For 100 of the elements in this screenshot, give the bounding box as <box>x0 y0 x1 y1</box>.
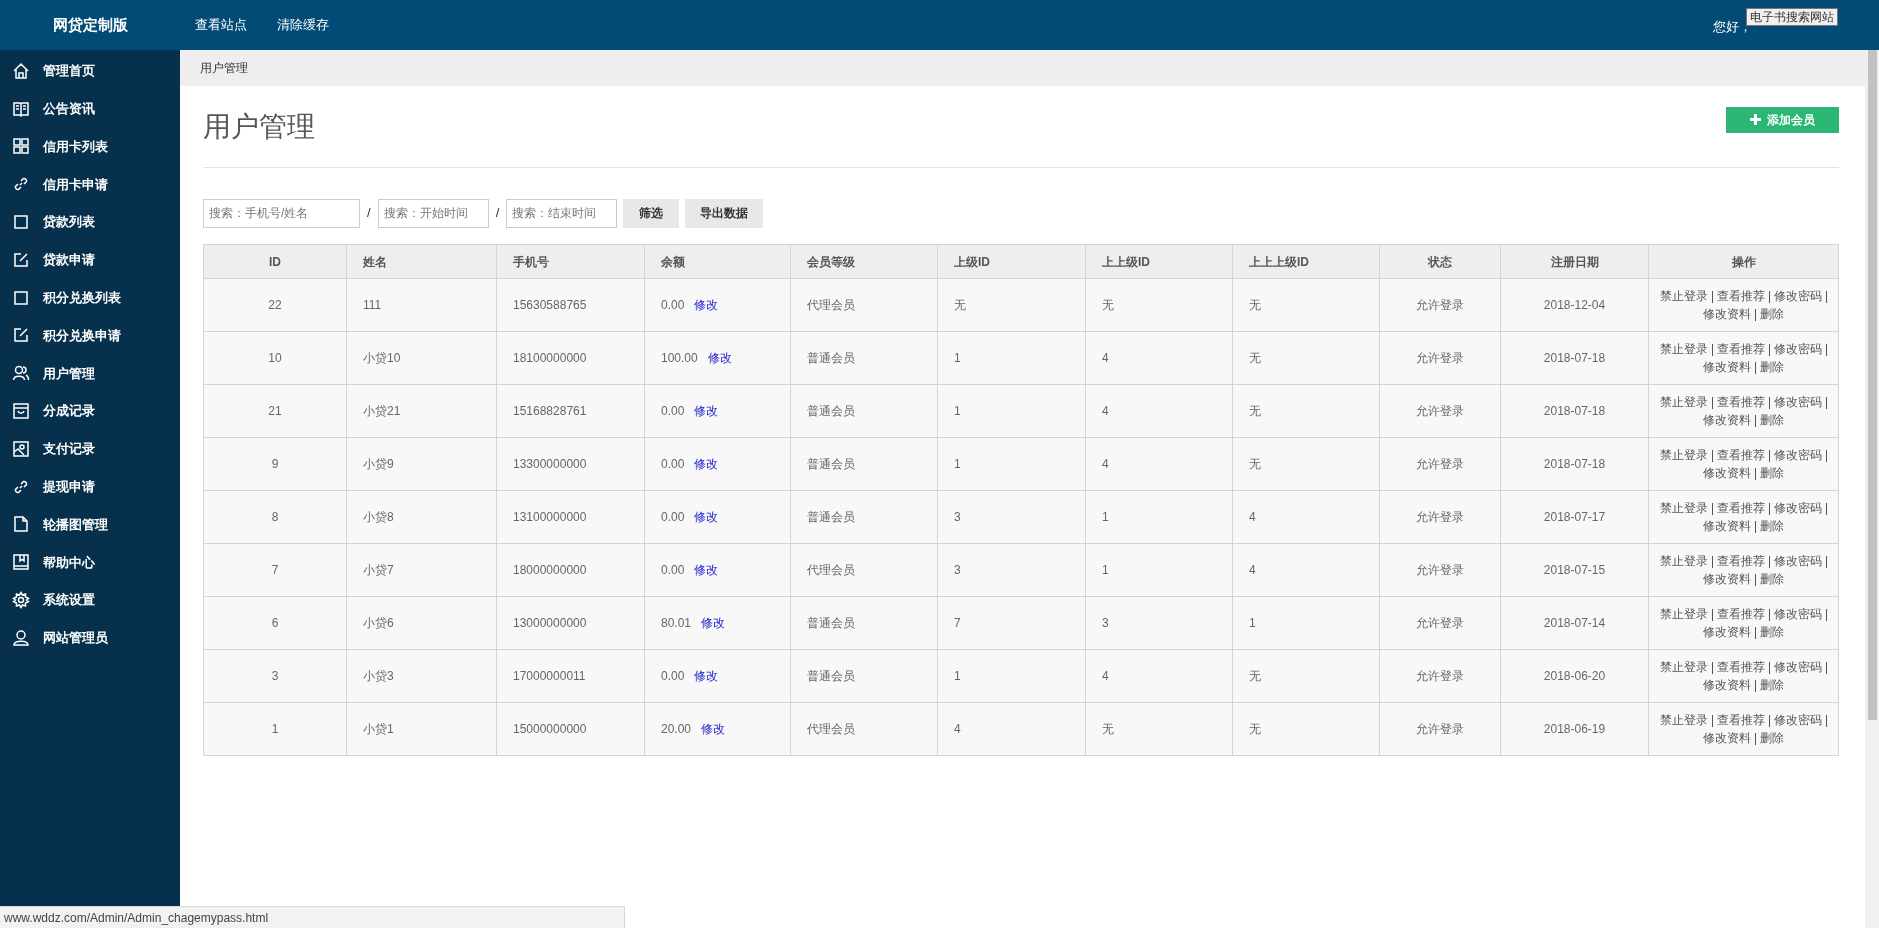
action-link[interactable]: 修改资料 <box>1703 519 1751 533</box>
sidebar-item[interactable]: 公告资讯 <box>0 89 180 128</box>
table-cell: 无 <box>1232 278 1380 332</box>
table-cell: 15000000000 <box>496 702 645 756</box>
table-cell: 15630588765 <box>496 278 645 332</box>
action-link[interactable]: 修改密码 <box>1774 713 1822 727</box>
sidebar-item[interactable]: 贷款申请 <box>0 241 180 279</box>
edit-link[interactable]: 修改 <box>701 616 726 630</box>
edit-link[interactable]: 修改 <box>694 404 719 418</box>
sidebar-item[interactable]: 提现申请 <box>0 467 180 506</box>
action-link[interactable]: 修改资料 <box>1703 360 1751 374</box>
action-link[interactable]: 修改资料 <box>1703 466 1751 480</box>
nav-link[interactable]: 查看站点 <box>195 15 247 35</box>
action-link[interactable]: 修改资料 <box>1703 731 1751 745</box>
action-link[interactable]: 删除 <box>1760 625 1784 639</box>
action-link[interactable]: 查看推荐 <box>1717 713 1765 727</box>
action-link[interactable]: 删除 <box>1760 519 1784 533</box>
edit-link[interactable]: 修改 <box>694 298 719 312</box>
table-cell: 允许登录 <box>1379 384 1501 438</box>
table-cell: 0.00 <box>661 510 685 524</box>
action-link[interactable]: 删除 <box>1760 572 1784 586</box>
table-cell: 无 <box>937 278 1086 332</box>
table-cell: 3 <box>937 490 1086 544</box>
edit-link[interactable]: 修改 <box>694 563 719 577</box>
search-field[interactable]: 搜索：开始时间 <box>377 198 489 228</box>
action-link[interactable]: 查看推荐 <box>1717 554 1765 568</box>
action-link[interactable]: 查看推荐 <box>1717 448 1765 462</box>
table-cell: 111 <box>346 278 497 332</box>
edit-link[interactable]: 修改 <box>701 722 726 736</box>
scrollbar[interactable] <box>1865 50 1879 928</box>
action-link[interactable]: 禁止登录 <box>1660 660 1708 674</box>
sidebar-item[interactable]: 信用卡列表 <box>0 127 180 166</box>
action-link[interactable]: 查看推荐 <box>1717 607 1765 621</box>
table-cell: 普通会员 <box>790 384 938 438</box>
action-link[interactable]: 查看推荐 <box>1717 289 1765 303</box>
sidebar-item[interactable]: 积分兑换申请 <box>0 316 180 355</box>
action-link[interactable]: 禁止登录 <box>1660 448 1708 462</box>
table-cell: 13000000000 <box>496 596 645 650</box>
sidebar-item[interactable]: 轮播图管理 <box>0 505 180 544</box>
action-link[interactable]: 禁止登录 <box>1660 289 1708 303</box>
action-link[interactable]: 修改密码 <box>1774 607 1822 621</box>
table-cell: 1 <box>1085 543 1233 597</box>
action-link[interactable]: 禁止登录 <box>1660 713 1708 727</box>
action-link[interactable]: 修改密码 <box>1774 448 1822 462</box>
table-cell: 4 <box>1085 649 1233 703</box>
action-link[interactable]: 查看推荐 <box>1717 501 1765 515</box>
action-link[interactable]: 修改密码 <box>1774 501 1822 515</box>
action-link[interactable]: 查看推荐 <box>1717 342 1765 356</box>
sidebar-item[interactable]: 系统设置 <box>0 581 180 619</box>
action-link[interactable]: 禁止登录 <box>1660 554 1708 568</box>
action-link[interactable]: 修改密码 <box>1774 395 1822 409</box>
nav-link[interactable]: 清除缓存 <box>277 15 329 35</box>
table-cell: 4 <box>1232 490 1380 544</box>
action-link[interactable]: 查看推荐 <box>1717 395 1765 409</box>
table-cell: 代理会员 <box>790 278 938 332</box>
table-cell: 2018-07-18 <box>1500 331 1649 385</box>
search-field[interactable]: 搜索：手机号/姓名 <box>203 198 360 228</box>
action-link[interactable]: 修改密码 <box>1774 289 1822 303</box>
action-link[interactable]: 修改密码 <box>1774 554 1822 568</box>
action-link[interactable]: 修改资料 <box>1703 413 1751 427</box>
edit-link[interactable]: 修改 <box>694 669 719 683</box>
export-button[interactable]: 导出数据 <box>685 198 764 228</box>
edit-link[interactable]: 修改 <box>707 351 732 365</box>
action-link[interactable]: 删除 <box>1760 466 1784 480</box>
action-link[interactable]: 删除 <box>1760 731 1784 745</box>
action-link[interactable]: 禁止登录 <box>1660 607 1708 621</box>
filter-button[interactable]: 筛选 <box>623 198 680 228</box>
action-link[interactable]: 修改资料 <box>1703 307 1751 321</box>
table-cell: 8 <box>203 490 347 544</box>
action-link[interactable]: 查看推荐 <box>1717 660 1765 674</box>
action-link[interactable]: 删除 <box>1760 413 1784 427</box>
sidebar-item[interactable]: 贷款列表 <box>0 203 180 241</box>
search-field[interactable]: 搜索：结束时间 <box>506 198 618 228</box>
action-link[interactable]: 禁止登录 <box>1660 395 1708 409</box>
scrollbar-thumb[interactable] <box>1868 50 1877 720</box>
column-header: ID <box>203 244 347 279</box>
square-icon <box>12 288 30 307</box>
edit-link[interactable]: 修改 <box>694 510 719 524</box>
action-link[interactable]: 修改资料 <box>1703 678 1751 692</box>
action-link[interactable]: 删除 <box>1760 678 1784 692</box>
sidebar-item[interactable]: 支付记录 <box>0 429 180 468</box>
action-link[interactable]: 禁止登录 <box>1660 501 1708 515</box>
sidebar-item[interactable]: 积分兑换列表 <box>0 278 180 317</box>
sidebar-item[interactable]: 管理首页 <box>0 52 180 90</box>
action-link[interactable]: 修改密码 <box>1774 342 1822 356</box>
action-link[interactable]: 删除 <box>1760 307 1784 321</box>
sidebar-item[interactable]: 分成记录 <box>0 392 180 430</box>
edit-link[interactable]: 修改 <box>694 457 719 471</box>
table-cell: 小贷21 <box>346 384 497 438</box>
sidebar-item[interactable]: 帮助中心 <box>0 543 180 582</box>
edit-icon <box>12 326 30 345</box>
table-cell: 无 <box>1232 649 1380 703</box>
sidebar-item[interactable]: 网站管理员 <box>0 618 180 657</box>
sidebar-item[interactable]: 用户管理 <box>0 354 180 393</box>
action-link[interactable]: 修改资料 <box>1703 572 1751 586</box>
action-link[interactable]: 修改资料 <box>1703 625 1751 639</box>
action-link[interactable]: 修改密码 <box>1774 660 1822 674</box>
sidebar-item[interactable]: 信用卡申请 <box>0 165 180 204</box>
action-link[interactable]: 删除 <box>1760 360 1784 374</box>
action-link[interactable]: 禁止登录 <box>1660 342 1708 356</box>
